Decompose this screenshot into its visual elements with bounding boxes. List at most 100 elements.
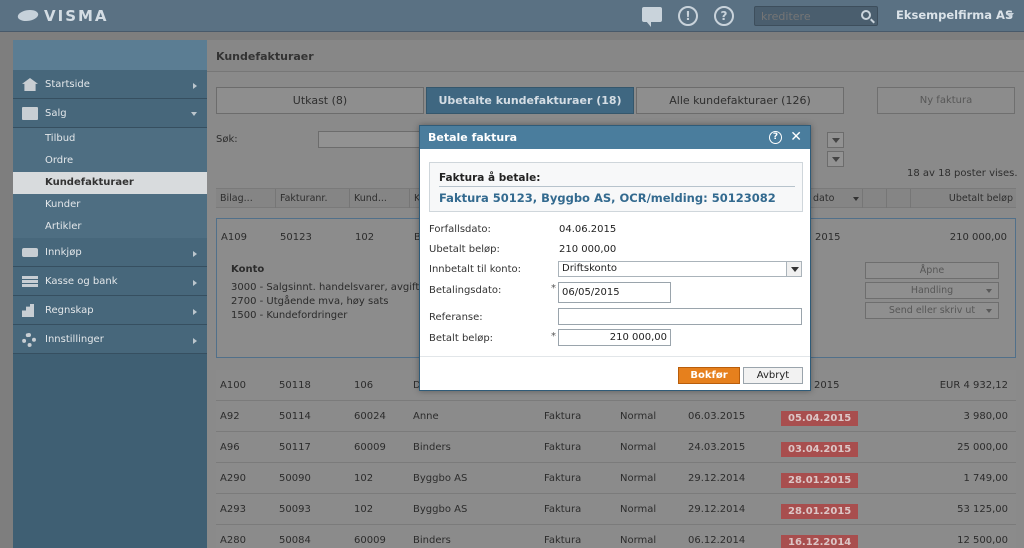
cell-amount: 210 000,00 bbox=[949, 232, 1007, 243]
payment-date-input[interactable] bbox=[558, 282, 671, 303]
cell-bilag: A96 bbox=[220, 442, 240, 453]
filter-select[interactable] bbox=[827, 132, 844, 148]
sidebar-sub-kundefakturaer[interactable]: Kundefakturaer bbox=[13, 172, 207, 194]
pay-invoice-dialog: Betale faktura ? ✕ Faktura å betale: Fak… bbox=[419, 125, 811, 391]
table-row[interactable]: A293 50093 102 Byggbo AS Faktura Normal … bbox=[216, 494, 1016, 525]
cancel-button[interactable]: Avbryt bbox=[743, 367, 803, 384]
chevron-right-icon bbox=[193, 338, 197, 344]
sidebar-sub-tilbud[interactable]: Tilbud bbox=[13, 128, 207, 150]
global-search bbox=[754, 6, 878, 26]
sidebar-sub-ordre[interactable]: Ordre bbox=[13, 150, 207, 172]
column-header[interactable]: Fakturanr. bbox=[276, 189, 350, 208]
cell-kunde: 60024 bbox=[354, 411, 386, 422]
sidebar-item-salg[interactable]: Salg bbox=[13, 99, 207, 128]
global-search-input[interactable] bbox=[761, 9, 857, 24]
sidebar-item-innstillinger[interactable]: Innstillinger bbox=[13, 325, 207, 354]
cell-navn: Byggbo AS bbox=[413, 504, 468, 515]
filter-select[interactable] bbox=[827, 151, 844, 167]
cell-forfall: 2015 bbox=[815, 232, 841, 243]
cell-bilag: A293 bbox=[220, 504, 246, 515]
sidebar-item-regnskap[interactable]: Regnskap bbox=[13, 296, 207, 325]
account-select[interactable]: Driftskonto bbox=[558, 261, 802, 277]
column-header[interactable]: Bilag... bbox=[216, 189, 276, 208]
sidebar-sub-artikler[interactable]: Artikler bbox=[13, 216, 207, 238]
konto-line: 3000 - Salgsinnt. handelsvarer, avgifts bbox=[231, 282, 425, 293]
account-label: Innbetalt til konto: bbox=[429, 264, 522, 275]
column-header[interactable]: Ubetalt beløp bbox=[911, 189, 1016, 208]
chevron-right-icon bbox=[193, 83, 197, 89]
paid-amount-label: Betalt beløp: bbox=[429, 333, 494, 344]
cell-type: Faktura bbox=[544, 535, 582, 546]
cell-fakturanr: 50118 bbox=[279, 380, 311, 391]
cell-kunde: 102 bbox=[354, 504, 374, 515]
company-name[interactable]: Eksempelfirma AS bbox=[896, 8, 1013, 22]
chevron-down-icon[interactable] bbox=[1006, 13, 1014, 18]
cell-kunde: 102 bbox=[354, 473, 374, 484]
invoice-reference: Faktura 50123, Byggbo AS, OCR/melding: 5… bbox=[439, 191, 776, 205]
search-icon[interactable] bbox=[861, 10, 871, 20]
chevron-right-icon bbox=[193, 251, 197, 257]
chevron-down-icon bbox=[786, 262, 801, 276]
dialog-header[interactable]: Betale faktura ? ✕ bbox=[420, 126, 810, 149]
dialog-title: Betale faktura bbox=[428, 131, 518, 144]
table-row[interactable]: A290 50090 102 Byggbo AS Faktura Normal … bbox=[216, 463, 1016, 494]
sidebar-item-startside[interactable]: Startside bbox=[13, 70, 207, 99]
visma-logo-mark-icon bbox=[18, 9, 38, 23]
divider bbox=[420, 356, 810, 357]
sidebar-item-kasse-og-bank[interactable]: Kasse og bank bbox=[13, 267, 207, 296]
cell-bilag: A280 bbox=[220, 535, 246, 546]
cart-icon bbox=[22, 248, 38, 257]
visma-logo[interactable]: VISMA bbox=[18, 6, 109, 26]
required-marker: * bbox=[551, 331, 556, 342]
paid-amount-input[interactable] bbox=[558, 329, 671, 346]
cell-fakturanr: 50093 bbox=[279, 504, 311, 515]
column-header[interactable] bbox=[863, 189, 887, 208]
overdue-badge: 28.01.2015 bbox=[781, 504, 859, 519]
tab-utkast[interactable]: Utkast (8) bbox=[216, 87, 424, 114]
column-header[interactable]: Kund... bbox=[350, 189, 410, 208]
sort-caret-icon[interactable] bbox=[853, 197, 859, 201]
cell-status: Normal bbox=[620, 473, 657, 484]
sidebar-item-label: Salg bbox=[45, 108, 67, 119]
chevron-right-icon bbox=[193, 280, 197, 286]
alert-icon[interactable]: ! bbox=[678, 6, 698, 26]
cell-amount: 25 000,00 bbox=[957, 442, 1008, 453]
cell-amount: EUR 4 932,12 bbox=[939, 380, 1008, 391]
table-row[interactable]: A280 50084 60009 Binders Faktura Normal … bbox=[216, 525, 1016, 548]
cell-fakturadato: 29.12.2014 bbox=[688, 504, 746, 515]
help-icon[interactable]: ? bbox=[714, 6, 734, 26]
chart-icon bbox=[22, 304, 34, 317]
open-button[interactable]: Åpne bbox=[865, 262, 999, 279]
overdue-badge: 16.12.2014 bbox=[781, 535, 859, 548]
table-row[interactable]: A92 50114 60024 Anne Faktura Normal 06.0… bbox=[216, 401, 1016, 432]
chevron-down-icon bbox=[191, 112, 197, 116]
close-icon[interactable]: ✕ bbox=[790, 129, 802, 145]
sidebar-item-innkjop[interactable]: Innkjøp bbox=[13, 238, 207, 267]
konto-line: 2700 - Utgående mva, høy sats bbox=[231, 296, 389, 307]
new-invoice-button[interactable]: Ny faktura bbox=[877, 87, 1015, 114]
send-print-dropdown[interactable]: Send eller skriv ut bbox=[865, 302, 999, 319]
post-payment-button[interactable]: Bokfør bbox=[678, 367, 740, 384]
search-input[interactable] bbox=[318, 131, 423, 148]
cell-fakturanr: 50084 bbox=[279, 535, 311, 546]
cell-type: Faktura bbox=[544, 411, 582, 422]
cell-amount: 3 980,00 bbox=[963, 411, 1008, 422]
cell-forfall: 2015 bbox=[814, 380, 840, 391]
sidebar-sub-kunder[interactable]: Kunder bbox=[13, 194, 207, 216]
divider bbox=[439, 186, 795, 187]
chevron-down-icon bbox=[986, 309, 992, 313]
cell-fakturadato: 24.03.2015 bbox=[688, 442, 746, 453]
cell-amount: 12 500,00 bbox=[957, 535, 1008, 546]
tab-alle[interactable]: Alle kundefakturaer (126) bbox=[636, 87, 844, 114]
help-icon[interactable]: ? bbox=[769, 131, 782, 144]
cell-bilag: A290 bbox=[220, 473, 246, 484]
action-dropdown[interactable]: Handling bbox=[865, 282, 999, 299]
konto-line: 1500 - Kundefordringer bbox=[231, 310, 348, 321]
reference-input[interactable] bbox=[558, 308, 802, 325]
messages-icon[interactable] bbox=[642, 7, 662, 27]
tab-ubetalte[interactable]: Ubetalte kundefakturaer (18) bbox=[426, 87, 634, 114]
record-count: 18 av 18 poster vises. bbox=[907, 168, 1018, 179]
column-header[interactable] bbox=[887, 189, 911, 208]
cell-fakturadato: 06.03.2015 bbox=[688, 411, 746, 422]
table-row[interactable]: A96 50117 60009 Binders Faktura Normal 2… bbox=[216, 432, 1016, 463]
